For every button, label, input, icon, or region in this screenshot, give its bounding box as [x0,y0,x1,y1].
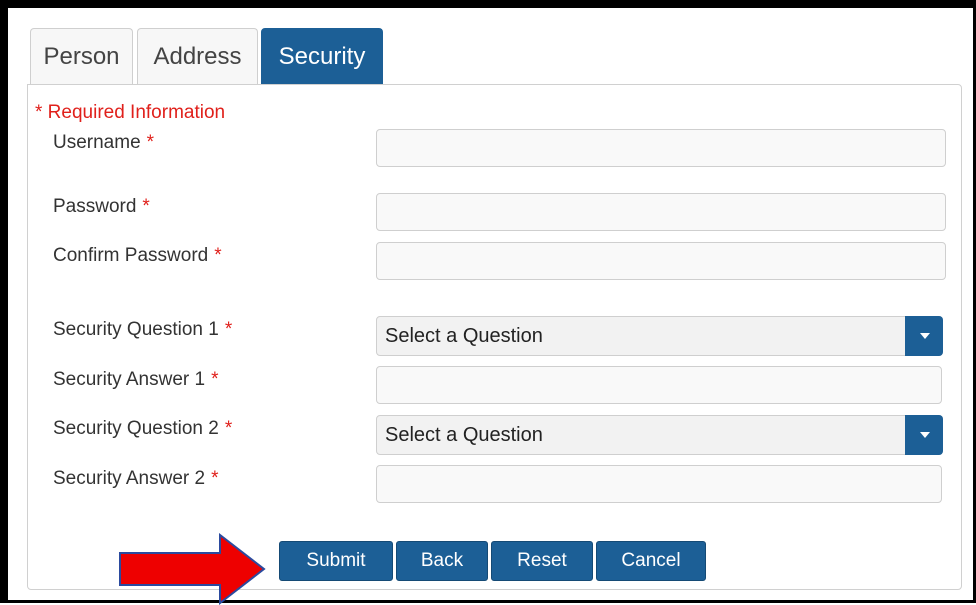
security-question-1-label-text: Security Question 1 [53,319,219,340]
required-star: * [224,319,233,340]
password-label-text: Password [53,196,137,217]
chevron-down-icon[interactable] [905,415,943,455]
security-question-2-select[interactable]: Select a Question [376,415,943,455]
username-input[interactable] [376,129,946,167]
required-star: * [146,132,155,153]
password-label: Password * [53,196,150,218]
security-answer-1-label: Security Answer 1 * [53,369,218,391]
confirm-password-input[interactable] [376,242,946,280]
security-question-2-selected: Select a Question [385,424,543,446]
username-label-text: Username [53,132,141,153]
required-star: * [224,418,233,439]
security-question-1-label: Security Question 1 * [53,319,232,341]
security-answer-2-label: Security Answer 2 * [53,468,218,490]
password-input[interactable] [376,193,946,231]
chevron-down-icon[interactable] [905,316,943,356]
confirm-password-label: Confirm Password * [53,245,222,267]
security-question-1-selected: Select a Question [385,325,543,347]
red-arrow-icon [119,533,266,605]
required-star: * [214,245,222,266]
security-question-2-label: Security Question 2 * [53,418,232,440]
required-star: * [211,468,219,489]
required-note: * Required Information [35,102,226,123]
security-answer-2-label-text: Security Answer 2 [53,468,206,489]
security-answer-1-input[interactable] [376,366,942,404]
tab-address[interactable]: Address [137,28,258,84]
security-question-1-select[interactable]: Select a Question [376,316,943,356]
username-label: Username * [53,132,154,154]
security-answer-2-input[interactable] [376,465,942,503]
tab-person[interactable]: Person [30,28,133,84]
security-answer-1-label-text: Security Answer 1 [53,369,206,390]
security-question-2-label-text: Security Question 2 [53,418,219,439]
reset-button[interactable]: Reset [491,541,593,581]
confirm-password-label-text: Confirm Password [53,245,209,266]
submit-button[interactable]: Submit [279,541,393,581]
required-star: * [142,196,150,217]
back-button[interactable]: Back [396,541,488,581]
tab-security[interactable]: Security [261,28,383,84]
cancel-button[interactable]: Cancel [596,541,706,581]
required-star: * [211,369,219,390]
